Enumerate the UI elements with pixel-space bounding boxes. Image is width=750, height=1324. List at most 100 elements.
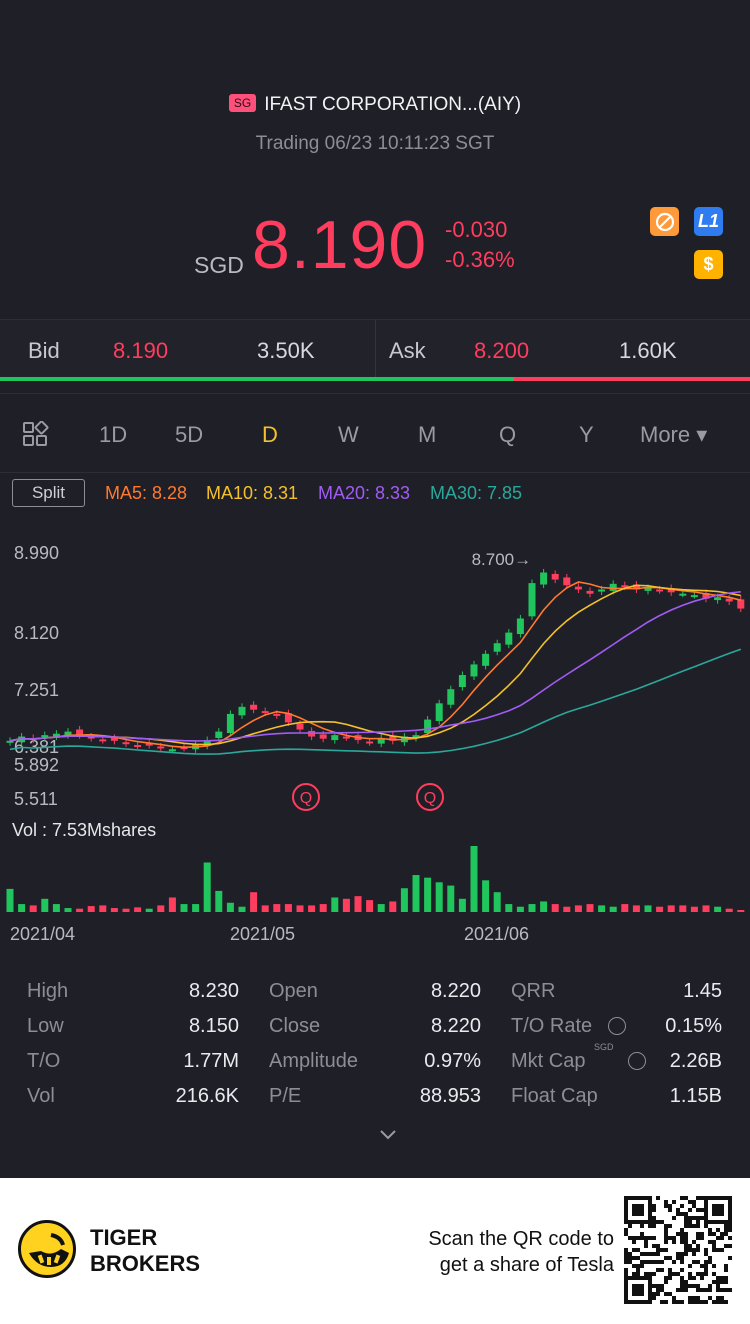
candle (528, 583, 536, 617)
qr-module (688, 1244, 692, 1248)
qr-module (640, 1264, 644, 1268)
stat-label: QRR (511, 980, 556, 1002)
candle (725, 598, 733, 602)
qr-module (624, 1268, 628, 1272)
candle (250, 704, 258, 710)
qr-module (724, 1244, 728, 1248)
split-button[interactable]: Split (12, 479, 85, 507)
qr-module (720, 1236, 724, 1240)
qr-finder (632, 1284, 644, 1296)
qr-module (700, 1276, 704, 1280)
qr-module (720, 1248, 724, 1252)
qr-module (656, 1268, 660, 1272)
qr-module (692, 1300, 696, 1304)
qr-module (724, 1228, 728, 1232)
qr-module (720, 1232, 724, 1236)
qr-module (688, 1248, 692, 1252)
candle (516, 618, 524, 635)
stat-label: Float Cap (511, 1085, 598, 1107)
qr-module (656, 1288, 660, 1292)
stat-value: 0.15% (665, 1015, 722, 1037)
qr-module (668, 1236, 672, 1240)
volume-bar (284, 904, 292, 912)
level1-icon[interactable]: L1 (694, 207, 723, 236)
volume-bar (551, 904, 559, 912)
qr-module (704, 1260, 708, 1264)
volume-bar (725, 908, 733, 912)
tab-more[interactable]: More ▾ (640, 422, 707, 448)
layout-grid-icon[interactable] (22, 421, 50, 447)
volume-bar (377, 904, 385, 912)
qr-module (652, 1252, 656, 1256)
qr-module (660, 1288, 664, 1292)
qr-module (724, 1232, 728, 1236)
qr-module (680, 1196, 684, 1200)
tab-1d[interactable]: 1D (99, 422, 127, 448)
qr-module (676, 1212, 680, 1216)
qr-module (648, 1236, 652, 1240)
qr-module (664, 1240, 668, 1244)
bid-ask-panel[interactable]: Bid 8.190 3.50K Ask 8.200 1.60K (0, 319, 750, 379)
y-tick-label: 8.120 (14, 623, 59, 643)
tab-5d[interactable]: 5D (175, 422, 203, 448)
qr-module (684, 1220, 688, 1224)
qr-module (696, 1236, 700, 1240)
stat-label: Mkt Cap (511, 1050, 586, 1072)
promo-line-2: get a share of Tesla (439, 1254, 614, 1276)
volume-bar (342, 898, 350, 912)
qr-module (696, 1288, 700, 1292)
qr-module (716, 1228, 720, 1232)
qr-module (684, 1280, 688, 1284)
stock-title[interactable]: SG IFAST CORPORATION...(AIY) (0, 94, 750, 116)
qr-module (700, 1300, 704, 1304)
y-tick-label: 5.892 (14, 755, 59, 775)
candle (598, 589, 606, 592)
volume-bar (41, 898, 49, 912)
tab-quarter[interactable]: Q (499, 422, 516, 448)
qr-module (668, 1268, 672, 1272)
tab-day[interactable]: D (262, 422, 278, 448)
qr-module (644, 1252, 648, 1256)
qr-module (660, 1248, 664, 1252)
qr-module (688, 1272, 692, 1276)
qr-module (628, 1256, 632, 1260)
qr-module (680, 1268, 684, 1272)
qr-module (728, 1288, 732, 1292)
candle (331, 735, 339, 741)
brand-line-2: BROKERS (90, 1251, 201, 1276)
volume-bar (331, 897, 339, 912)
qr-module (660, 1284, 664, 1288)
qr-module (628, 1252, 632, 1256)
candlestick-chart[interactable]: 8.9908.1207.2516.3815.8925.511 8.700→Q Q … (0, 520, 750, 960)
candle (238, 706, 246, 716)
qr-module (680, 1228, 684, 1232)
tab-month[interactable]: M (418, 422, 436, 448)
qr-module (716, 1280, 720, 1284)
price-change-percent: -0.36% (445, 247, 515, 272)
qr-module (728, 1244, 732, 1248)
volume-bar (598, 905, 606, 912)
volume-bar (308, 905, 316, 912)
qr-module (656, 1196, 660, 1200)
qr-module (688, 1284, 692, 1288)
qr-module (708, 1284, 712, 1288)
candle (737, 599, 745, 609)
volume-bar (528, 904, 536, 912)
stat-label: Close (269, 1015, 321, 1037)
volume-bar (435, 882, 443, 912)
info-icon[interactable] (628, 1052, 646, 1070)
promo-text: Scan the QR code to get a share of Tesla (428, 1226, 614, 1278)
period-tabs: 1D 5D D W M Q Y More ▾ (0, 393, 750, 473)
mktcap-unit: SGD (594, 1042, 614, 1052)
no-short-icon[interactable] (650, 207, 679, 236)
qr-module (680, 1236, 684, 1240)
info-icon[interactable] (608, 1017, 626, 1035)
volume-bar (238, 906, 246, 912)
chevron-down-icon[interactable] (378, 1128, 398, 1142)
tab-week[interactable]: W (338, 422, 359, 448)
tab-year[interactable]: Y (579, 422, 594, 448)
qr-module (688, 1216, 692, 1220)
dollar-icon[interactable]: $ (694, 250, 723, 279)
qr-module (628, 1236, 632, 1240)
qr-module (632, 1240, 636, 1244)
